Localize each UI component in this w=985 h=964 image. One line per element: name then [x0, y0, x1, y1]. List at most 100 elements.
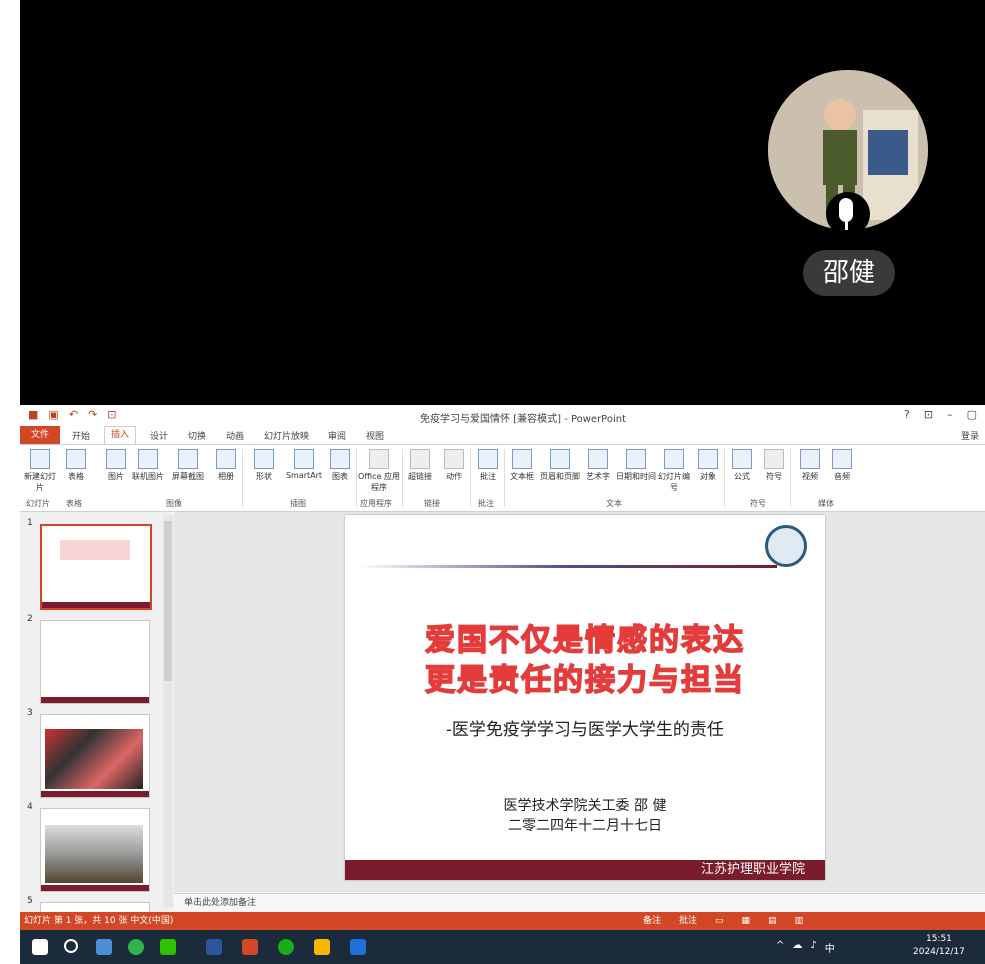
mic-icon[interactable]: [826, 192, 870, 236]
slideshow-view-icon[interactable]: ▥: [795, 912, 804, 930]
tab-design[interactable]: 设计: [150, 429, 168, 442]
screenshot-label: 屏幕截图: [172, 472, 204, 481]
comments-toggle[interactable]: 批注: [679, 912, 697, 930]
slide-thumbnail-3[interactable]: [40, 714, 150, 798]
action-button[interactable]: 动作: [438, 449, 470, 482]
redo-icon[interactable]: ↷: [88, 408, 97, 421]
app-icon[interactable]: [278, 939, 294, 955]
reading-view-icon[interactable]: ▤: [768, 912, 777, 930]
scroll-thumb[interactable]: [164, 521, 172, 681]
tab-insert[interactable]: 插入: [104, 426, 137, 444]
window-controls: ? ⊡ – ▢: [904, 408, 977, 421]
normal-view-icon[interactable]: ▭: [715, 912, 724, 930]
network-icon[interactable]: ☁: [792, 940, 802, 955]
tab-file[interactable]: 文件: [20, 426, 60, 444]
powerpoint-icon[interactable]: [242, 939, 258, 955]
new-slide-icon: [30, 449, 50, 469]
video-label: 视频: [802, 472, 818, 481]
table-button[interactable]: 表格: [60, 449, 92, 482]
audio-button[interactable]: 音频: [826, 449, 858, 482]
new-slide-button[interactable]: 新建幻灯片: [24, 449, 56, 493]
ribbon-separator: [470, 449, 471, 507]
notes-toggle[interactable]: 备注: [643, 912, 661, 930]
textbox-button[interactable]: 文本框: [506, 449, 538, 482]
slide-sorter-icon[interactable]: ▦: [742, 912, 751, 930]
picture-button[interactable]: 图片: [100, 449, 132, 482]
search-icon[interactable]: [64, 939, 78, 953]
header-footer-button[interactable]: 页眉和页脚: [540, 449, 580, 482]
ime-indicator[interactable]: 中: [825, 940, 835, 955]
clock-date: 2024/12/17: [913, 947, 965, 957]
word-icon[interactable]: [206, 939, 222, 955]
wechat-icon[interactable]: [160, 939, 176, 955]
ribbon-separator: [402, 449, 403, 507]
login-link[interactable]: 登录: [961, 429, 979, 442]
textbox-label: 文本框: [510, 472, 534, 481]
online-picture-button[interactable]: 联机图片: [132, 449, 164, 482]
smartart-button[interactable]: SmartArt: [284, 449, 324, 480]
tab-transitions[interactable]: 切换: [188, 429, 206, 442]
mic-glyph: [839, 198, 853, 222]
tray-expand-icon[interactable]: ^: [776, 940, 784, 955]
start-slideshow-icon[interactable]: ⊡: [107, 408, 116, 421]
tab-home[interactable]: 开始: [72, 429, 90, 442]
undo-icon[interactable]: ↶: [69, 408, 78, 421]
clock-time: 15:51: [925, 934, 952, 944]
tab-review[interactable]: 审阅: [328, 429, 346, 442]
app3-icon[interactable]: [350, 939, 366, 955]
slide-number-label: 幻灯片编号: [658, 472, 690, 492]
header-rule: [357, 565, 777, 568]
chart-button[interactable]: 图表: [324, 449, 356, 482]
system-tray: ^ ☁ ♪ 中: [776, 940, 835, 955]
file-explorer-icon[interactable]: [96, 939, 112, 955]
office-apps-button[interactable]: Office 应用程序: [358, 449, 400, 493]
help-button[interactable]: ?: [904, 408, 910, 421]
thumbnail-scrollbar[interactable]: [163, 515, 173, 907]
current-slide[interactable]: 爱国不仅是情感的表达 更是责任的接力与担当 -医学免疫学学习与医学大学生的责任 …: [345, 515, 825, 880]
clock[interactable]: 15:51 2024/12/17: [913, 933, 965, 959]
screenshot-button[interactable]: 屏幕截图: [172, 449, 204, 482]
tab-slideshow[interactable]: 幻灯片放映: [264, 429, 309, 442]
group-tables: 表格: [66, 499, 82, 508]
thumbnail-footer-bar: [41, 791, 149, 797]
thumbnail-number: 1: [27, 518, 33, 528]
status-slide-info: 幻灯片 第 1 张，共 10 张 中文(中国): [24, 916, 174, 926]
hyperlink-button[interactable]: 超链接: [404, 449, 436, 482]
app2-icon[interactable]: [314, 939, 330, 955]
symbol-button[interactable]: 符号: [758, 449, 790, 482]
group-illustrations: 插图: [290, 499, 306, 508]
object-button[interactable]: 对象: [692, 449, 724, 482]
group-media: 媒体: [818, 499, 834, 508]
window-title: 免疫学习与爱国情怀 [兼容模式] - PowerPoint: [420, 414, 627, 425]
slide-thumbnail-1[interactable]: [40, 524, 152, 610]
minimize-button[interactable]: –: [947, 408, 953, 421]
date-time-button[interactable]: 日期和时间: [616, 449, 656, 482]
powerpoint-logo-icon: ■: [28, 408, 39, 421]
restore-button[interactable]: ▢: [967, 408, 977, 421]
audio-icon: [832, 449, 852, 469]
title-bar: ■ ▣ ↶ ↷ ⊡ 免疫学习与爱国情怀 [兼容模式] - PowerPoint …: [20, 405, 985, 426]
equation-button[interactable]: 公式: [726, 449, 758, 482]
comment-button[interactable]: 批注: [472, 449, 504, 482]
shapes-icon: [254, 449, 274, 469]
slide-thumbnail-4[interactable]: [40, 808, 150, 892]
save-icon[interactable]: ▣: [48, 408, 58, 421]
tab-view[interactable]: 视图: [366, 429, 384, 442]
video-button[interactable]: 视频: [794, 449, 826, 482]
album-button[interactable]: 相册: [210, 449, 242, 482]
shapes-button[interactable]: 形状: [248, 449, 280, 482]
volume-icon[interactable]: ♪: [810, 940, 816, 955]
group-symbols: 符号: [750, 499, 766, 508]
ribbon-display-button[interactable]: ⊡: [924, 408, 933, 421]
tab-animations[interactable]: 动画: [226, 429, 244, 442]
slide-title-line1: 爱国不仅是情感的表达: [424, 622, 745, 659]
slide-number-button[interactable]: 幻灯片编号: [658, 449, 690, 493]
slide-thumbnail-2[interactable]: [40, 620, 150, 704]
start-icon[interactable]: [32, 939, 48, 955]
notes-pane[interactable]: 单击此处添加备注: [174, 893, 985, 911]
object-icon: [698, 449, 718, 469]
date-time-label: 日期和时间: [616, 472, 656, 481]
wordart-button[interactable]: 艺术字: [582, 449, 614, 482]
action-icon: [444, 449, 464, 469]
browser-icon[interactable]: [128, 939, 144, 955]
